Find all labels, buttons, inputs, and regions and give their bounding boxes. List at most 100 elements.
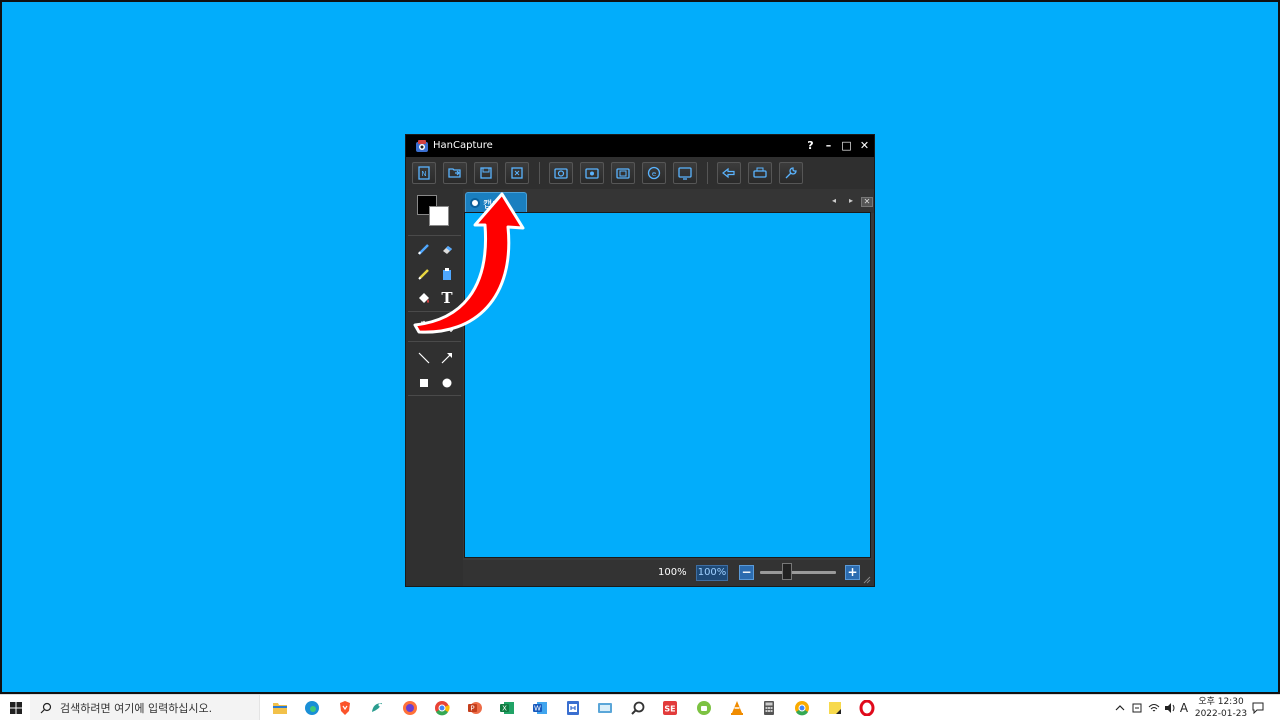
capture-canvas[interactable] [464, 212, 871, 558]
taskbar-app-calculator[interactable] [759, 698, 779, 718]
resize-grip-icon[interactable] [861, 574, 871, 584]
windows-start-icon[interactable] [8, 700, 24, 716]
settings-wrench-icon [785, 167, 797, 179]
open-button[interactable] [443, 162, 467, 184]
firefox-icon [403, 701, 417, 715]
tray-show-hidden-button[interactable] [1113, 695, 1127, 720]
zoom-input[interactable]: 100% [696, 565, 728, 581]
highlighter-tool[interactable] [415, 265, 433, 283]
taskbar-app-remote[interactable] [595, 698, 615, 718]
clipboard-tool[interactable] [438, 265, 456, 283]
save-as-button[interactable] [505, 162, 529, 184]
taskbar-app-opera[interactable] [857, 698, 877, 718]
taskbar-app-search[interactable] [628, 698, 648, 718]
undo-button[interactable] [717, 162, 741, 184]
tab-next-button[interactable]: ▸ [846, 195, 856, 207]
taskbar-app-hancom[interactable] [563, 698, 583, 718]
taskbar-app-sticky-notes[interactable] [825, 698, 845, 718]
fill-bucket-icon [419, 293, 429, 303]
search-placeholder: 검색하려면 여기에 입력하십시오. [60, 702, 213, 715]
toolbar-separator [707, 162, 708, 184]
taskbar-app-android[interactable] [694, 698, 714, 718]
panel-divider [408, 341, 461, 342]
taskbar-app-generic[interactable] [367, 698, 387, 718]
capture-web-button[interactable]: e [642, 162, 666, 184]
new-button[interactable]: N [412, 162, 436, 184]
taskbar-app-se[interactable]: SE [660, 698, 680, 718]
tab-strip: 캡처 ◂ ▸ ✕ [463, 189, 874, 213]
capture-area-icon [554, 168, 568, 179]
taskbar-app-edge[interactable] [302, 698, 322, 718]
tab-label: 캡처 [483, 199, 502, 211]
taskbar-search-box[interactable]: 검색하려면 여기에 입력하십시오. [30, 695, 260, 720]
status-bar: 100% 100% − + [463, 560, 874, 586]
svg-text:SE: SE [664, 705, 675, 714]
eraser-tool[interactable] [438, 240, 456, 258]
print-button[interactable] [748, 162, 772, 184]
taskbar-app-brave[interactable] [335, 698, 355, 718]
word-icon: W [533, 702, 547, 714]
remote-icon [598, 703, 612, 713]
arrow-tool[interactable] [438, 349, 456, 367]
arrow-icon [441, 353, 452, 364]
crop-tool[interactable] [438, 317, 456, 335]
text-tool[interactable]: T [438, 289, 456, 307]
clock-date: 2022-01-23 [1194, 709, 1248, 719]
tab-close-button[interactable]: ✕ [861, 197, 873, 207]
zoom-slider-thumb[interactable] [782, 563, 792, 580]
open-file-icon [448, 168, 461, 178]
tab-prev-button[interactable]: ◂ [829, 195, 839, 207]
taskbar-app-explorer[interactable] [270, 698, 290, 718]
zoom-slider-track[interactable] [760, 571, 836, 574]
opera-icon [859, 700, 875, 716]
tray-wifi[interactable] [1147, 695, 1161, 720]
tab-capture[interactable]: 캡처 [465, 192, 527, 213]
minimize-button[interactable]: – [820, 137, 837, 154]
line-tool[interactable] [415, 349, 433, 367]
svg-text:N: N [421, 170, 426, 178]
capture-window-button[interactable] [580, 162, 604, 184]
hand-tool[interactable] [415, 317, 433, 335]
maximize-button[interactable]: □ [838, 137, 855, 154]
capture-screen-icon [678, 167, 692, 180]
taskbar-app-vlc[interactable] [727, 698, 747, 718]
taskbar-clock[interactable]: 오후 12:30 2022-01-23 [1190, 696, 1252, 720]
zoom-in-button[interactable]: + [845, 565, 860, 580]
hancapture-window: HanCapture ? – □ ✕ N e T 캡처 ◂ ▸ ✕ 100% 1… [405, 134, 875, 587]
capture-screen-button[interactable] [673, 162, 697, 184]
title-bar[interactable]: HanCapture ? – □ ✕ [406, 135, 874, 157]
se-app-icon: SE [663, 701, 677, 715]
panel-divider [408, 311, 461, 312]
notification-center-button[interactable] [1250, 695, 1266, 720]
ellipse-tool[interactable] [438, 374, 456, 392]
taskbar-app-powerpoint[interactable]: P [465, 698, 485, 718]
sticky-notes-icon [829, 702, 841, 714]
taskbar-app-word[interactable]: W [530, 698, 550, 718]
close-button[interactable]: ✕ [856, 137, 873, 154]
zoom-level-label: 100% [658, 567, 687, 578]
save-as-icon [511, 167, 523, 179]
volume-icon [1165, 703, 1175, 713]
pen-tool[interactable] [415, 240, 433, 258]
capture-scroll-button[interactable] [611, 162, 635, 184]
eraser-icon [443, 246, 452, 254]
background-color-swatch[interactable] [429, 206, 449, 226]
taskbar-app-excel[interactable]: X [497, 698, 517, 718]
taskbar-app-chrome[interactable] [432, 698, 452, 718]
hand-pan-icon [419, 320, 429, 333]
save-button[interactable] [474, 162, 498, 184]
tray-volume[interactable] [1163, 695, 1177, 720]
tray-ime-indicator[interactable]: A [1178, 695, 1190, 720]
taskbar-app-chrome-canary[interactable] [792, 698, 812, 718]
tray-network-drive[interactable] [1130, 695, 1144, 720]
zoom-out-button[interactable]: − [739, 565, 754, 580]
rectangle-tool[interactable] [415, 374, 433, 392]
wifi-icon [1148, 704, 1160, 712]
print-icon [753, 167, 767, 178]
capture-area-button[interactable] [549, 162, 573, 184]
help-button[interactable]: ? [802, 137, 819, 154]
svg-text:P: P [470, 705, 474, 713]
settings-button[interactable] [779, 162, 803, 184]
taskbar-app-firefox[interactable] [400, 698, 420, 718]
fill-tool[interactable] [415, 289, 433, 307]
